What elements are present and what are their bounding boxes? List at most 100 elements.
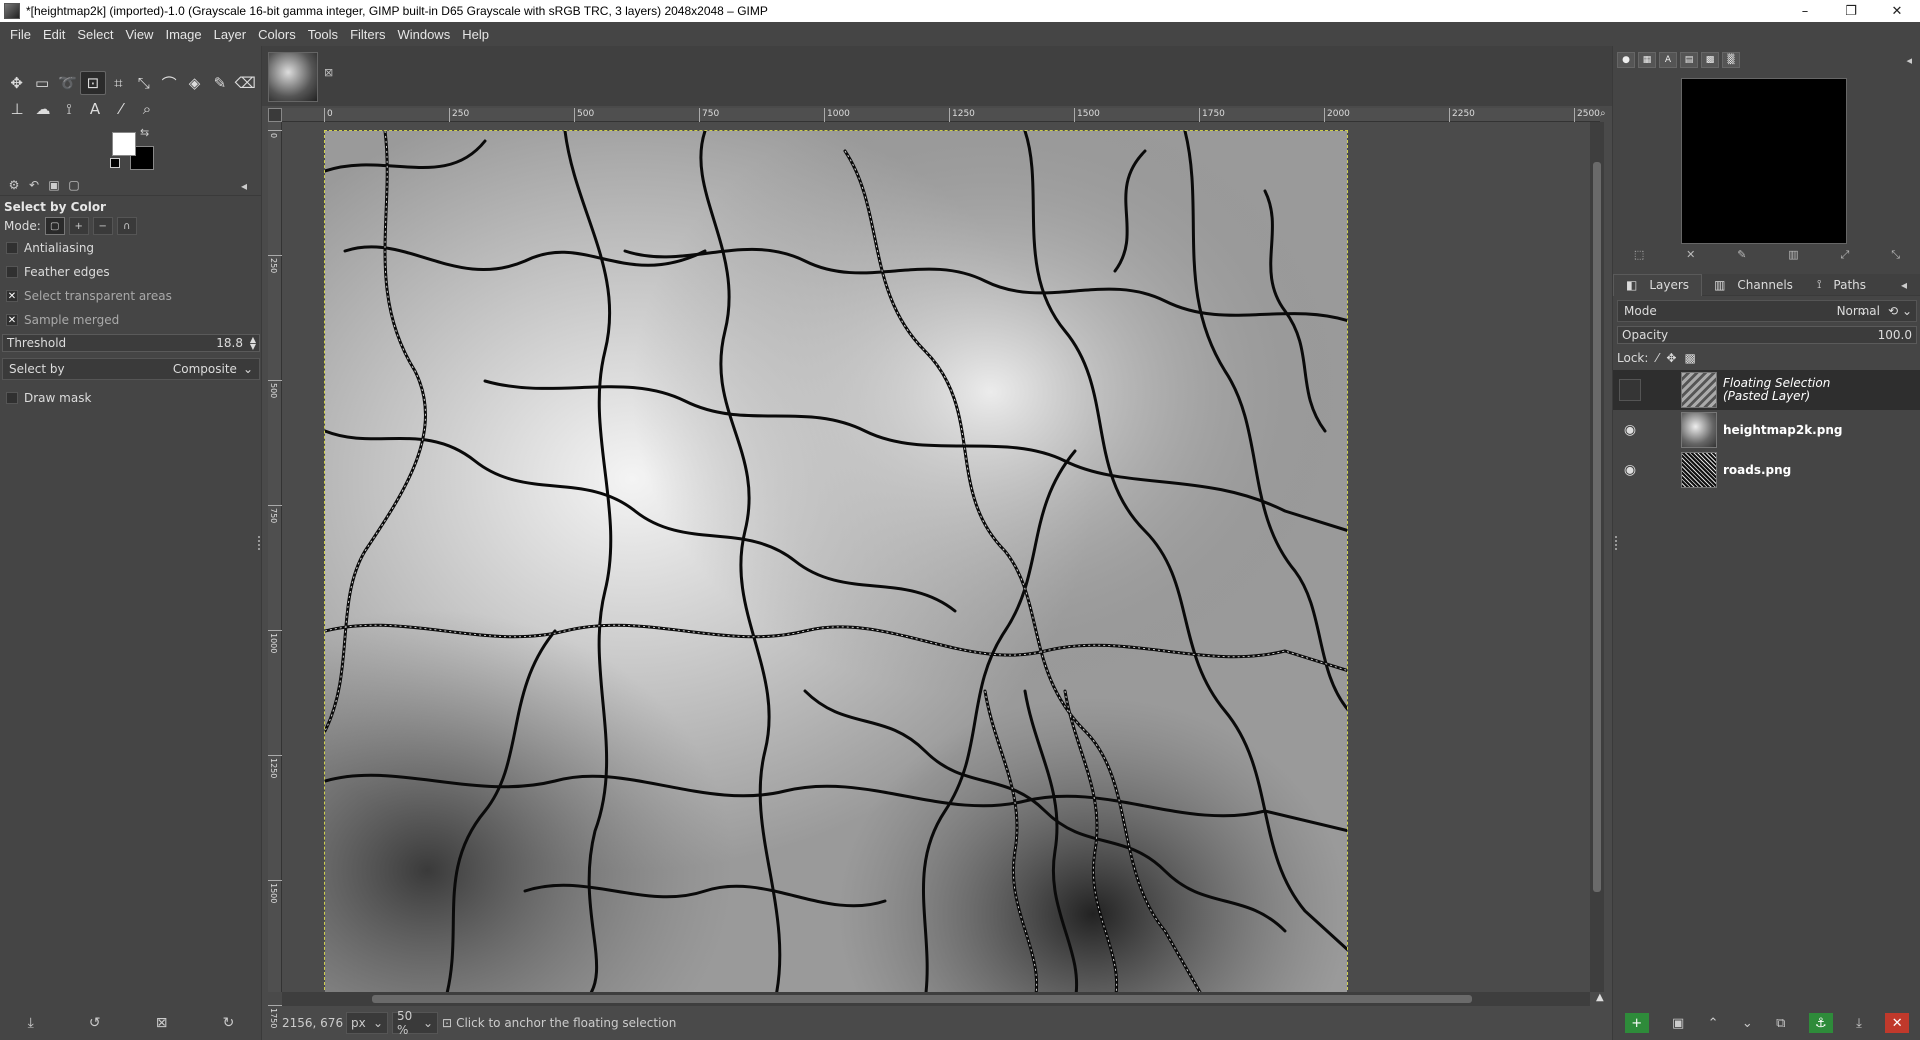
- menu-edit[interactable]: Edit: [37, 27, 71, 42]
- menu-file[interactable]: File: [4, 27, 37, 42]
- select-transparent-box[interactable]: ✕: [6, 290, 18, 302]
- canvas-viewport[interactable]: [282, 122, 1600, 992]
- brush-open-icon[interactable]: ⤡: [1891, 248, 1900, 266]
- zoom-tool-icon[interactable]: ⌕: [134, 97, 160, 121]
- feather-checkbox[interactable]: Feather edges: [0, 260, 262, 284]
- vertical-scrollbar[interactable]: [1590, 122, 1604, 992]
- antialiasing-checkbox[interactable]: Antialiasing: [0, 236, 262, 260]
- layer-name[interactable]: heightmap2k.png: [1723, 423, 1842, 437]
- draw-mask-box[interactable]: [6, 392, 18, 404]
- mode-subtract-button[interactable]: −: [92, 217, 113, 235]
- eye-icon[interactable]: ◉: [1613, 422, 1647, 438]
- minimize-button[interactable]: –: [1782, 0, 1828, 22]
- menu-select[interactable]: Select: [71, 27, 119, 42]
- reset-colors-icon[interactable]: [110, 158, 120, 168]
- brush-preview[interactable]: [1681, 78, 1847, 244]
- close-button[interactable]: ✕: [1874, 0, 1920, 22]
- close-tab-icon[interactable]: ⊠: [324, 66, 333, 79]
- layer-name[interactable]: Floating Selection (Pasted Layer): [1723, 377, 1830, 403]
- layer-row[interactable]: ◉ heightmap2k.png: [1613, 410, 1920, 450]
- layer-row[interactable]: ◉ roads.png: [1613, 450, 1920, 490]
- delete-layer-icon[interactable]: ✕: [1885, 1013, 1910, 1033]
- layer-mode-dropdown[interactable]: Mode Normal ⌄ ⟲ ⌄: [1617, 300, 1917, 322]
- device-status-tab-icon[interactable]: ▢: [64, 176, 84, 194]
- brush-edit-icon[interactable]: ✎: [1737, 248, 1746, 266]
- rect-select-tool-icon[interactable]: ▭: [29, 71, 54, 95]
- horizontal-ruler[interactable]: 0 250 500 750 1000 1250 1500 1750 2000 2250 2500: [282, 108, 1600, 122]
- threshold-slider[interactable]: Threshold 18.8 ▲ ▼: [2, 334, 260, 352]
- palettes-tab-icon[interactable]: ▩: [1701, 52, 1719, 68]
- move-tool-icon[interactable]: ✥: [4, 71, 29, 95]
- select-by-color-tool-icon[interactable]: ⊡: [80, 71, 106, 95]
- navigate-icon[interactable]: ▲: [1596, 992, 1610, 1006]
- patterns-tab-icon[interactable]: ▦: [1638, 52, 1656, 68]
- vertical-ruler[interactable]: 0 250 500 750 1000 1250 1500 1750: [268, 122, 282, 1028]
- delete-options-icon[interactable]: ⊠: [156, 1015, 168, 1031]
- tab-channels[interactable]: ▥ Channels: [1702, 274, 1805, 296]
- images-tab-icon[interactable]: ▣: [44, 176, 64, 194]
- menu-windows[interactable]: Windows: [391, 27, 456, 42]
- document-history-tab-icon[interactable]: ▒: [1722, 52, 1740, 68]
- gradients-tab-icon[interactable]: ▤: [1680, 52, 1698, 68]
- foreground-color[interactable]: [112, 132, 136, 156]
- raise-layer-icon[interactable]: ⌃: [1708, 1016, 1719, 1031]
- smudge-tool-icon[interactable]: ☁: [30, 97, 56, 121]
- menu-view[interactable]: View: [120, 27, 160, 42]
- unified-transform-tool-icon[interactable]: ⤡: [131, 71, 156, 95]
- eye-icon[interactable]: ◉: [1613, 462, 1647, 478]
- save-options-icon[interactable]: ⤓: [28, 1015, 34, 1031]
- unit-dropdown[interactable]: px ⌄: [346, 1012, 388, 1034]
- bucket-fill-tool-icon[interactable]: ◈: [182, 71, 207, 95]
- anchor-layer-icon[interactable]: ⚓: [1808, 1013, 1833, 1033]
- lock-position-icon[interactable]: ✥: [1666, 351, 1676, 365]
- dock-menu-icon[interactable]: ◂: [234, 177, 254, 195]
- lock-alpha-icon[interactable]: ▩: [1684, 351, 1695, 365]
- quick-mask-corner-button[interactable]: [268, 108, 282, 122]
- select-by-dropdown[interactable]: Select by Composite ⌄: [2, 358, 260, 380]
- fonts-tab-icon[interactable]: A: [1659, 52, 1677, 68]
- eraser-tool-icon[interactable]: ⌫: [233, 71, 258, 95]
- dock-resize-handle[interactable]: [1615, 536, 1619, 550]
- opacity-slider[interactable]: Opacity 100.0: [1617, 326, 1917, 344]
- zoom-lock-icon[interactable]: ⌕: [1600, 108, 1612, 122]
- restore-options-icon[interactable]: ↺: [89, 1015, 101, 1031]
- select-transparent-checkbox[interactable]: ✕ Select transparent areas: [0, 284, 262, 308]
- reset-options-icon[interactable]: ↻: [223, 1015, 235, 1031]
- layer-name[interactable]: roads.png: [1723, 463, 1791, 477]
- image-tab-thumbnail[interactable]: [268, 52, 318, 102]
- tab-paths[interactable]: ⟟ Paths: [1805, 274, 1878, 296]
- menu-image[interactable]: Image: [159, 27, 207, 42]
- tool-options-tab-icon[interactable]: ⚙: [4, 176, 24, 194]
- vertical-scroll-thumb[interactable]: [1593, 162, 1601, 892]
- brush-refresh-icon[interactable]: ⤢: [1841, 248, 1850, 266]
- brush-delete-icon[interactable]: ✕: [1686, 248, 1695, 266]
- brush-new-icon[interactable]: ⬚: [1634, 248, 1644, 266]
- draw-mask-checkbox[interactable]: Draw mask: [0, 386, 262, 410]
- warp-tool-icon[interactable]: ⌒: [156, 71, 181, 95]
- maximize-button[interactable]: ❐: [1828, 0, 1874, 22]
- paintbrush-tool-icon[interactable]: ✎: [207, 71, 232, 95]
- lower-layer-icon[interactable]: ⌄: [1742, 1016, 1753, 1031]
- lasso-tool-icon[interactable]: ➰: [55, 71, 80, 95]
- menu-tools[interactable]: Tools: [302, 27, 344, 42]
- brushes-tab-icon[interactable]: ●: [1617, 52, 1635, 68]
- mode-replace-button[interactable]: ▢: [44, 217, 65, 235]
- antialiasing-box[interactable]: [6, 242, 18, 254]
- duplicate-layer-icon[interactable]: ⧉: [1776, 1016, 1785, 1031]
- threshold-spin-icon[interactable]: ▲ ▼: [250, 336, 256, 351]
- lock-pixels-icon[interactable]: ⁄: [1656, 351, 1658, 365]
- swap-colors-icon[interactable]: ⇆: [140, 126, 149, 139]
- reset-mode-icon[interactable]: ⟲: [1888, 304, 1898, 318]
- dock-menu-icon[interactable]: ◂: [1906, 54, 1912, 67]
- menu-help[interactable]: Help: [456, 27, 495, 42]
- sample-merged-box[interactable]: ✕: [6, 314, 18, 326]
- brush-duplicate-icon[interactable]: ▥: [1788, 248, 1798, 266]
- image-canvas[interactable]: [324, 130, 1348, 992]
- tab-layers[interactable]: ◧ Layers: [1613, 273, 1703, 296]
- new-layer-group-icon[interactable]: ▣: [1672, 1016, 1684, 1031]
- text-tool-icon[interactable]: A: [82, 97, 108, 121]
- color-picker-tool-icon[interactable]: ⁄: [108, 97, 134, 121]
- paths-tool-icon[interactable]: ⟟: [56, 97, 82, 121]
- crop-tool-icon[interactable]: ⌗: [106, 71, 131, 95]
- new-layer-icon[interactable]: +: [1624, 1013, 1649, 1033]
